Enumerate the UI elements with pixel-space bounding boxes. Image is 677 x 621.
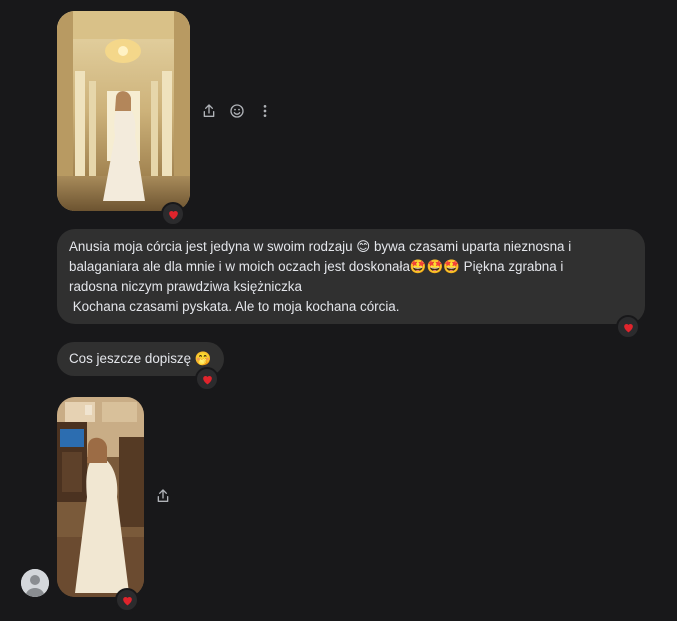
heart-icon	[623, 323, 633, 332]
share-icon	[157, 489, 169, 502]
photo-message-palace[interactable]	[57, 11, 190, 211]
message-line: radosna niczym prawdziwa księżniczka	[69, 279, 302, 294]
heart-reaction[interactable]	[616, 315, 640, 339]
heart-reaction[interactable]	[115, 588, 139, 612]
react-button[interactable]	[229, 103, 245, 119]
message-line: balaganiara ale dla mnie i w moich oczac…	[69, 259, 564, 274]
share-button[interactable]	[201, 103, 217, 119]
message-text: Cos jeszcze dopiszę 🤭	[69, 351, 212, 366]
share-button[interactable]	[155, 488, 171, 504]
palace-photo-image	[57, 11, 190, 211]
text-message-bubble[interactable]: Anusia moja córcia jest jedyna w swoim r…	[57, 229, 645, 324]
heart-reaction[interactable]	[161, 202, 185, 226]
default-avatar-icon	[21, 569, 49, 597]
more-options-button[interactable]	[257, 103, 273, 119]
room-photo-image	[57, 397, 144, 597]
more-options-icon	[263, 105, 267, 117]
heart-icon	[122, 596, 132, 605]
emoji-react-icon	[230, 104, 244, 118]
message-actions	[155, 488, 171, 504]
message-line: Kochana czasami pyskata. Ale to moja koc…	[69, 299, 400, 314]
message-actions	[201, 103, 273, 119]
photo-message-room[interactable]	[57, 397, 144, 597]
heart-icon	[168, 210, 178, 219]
heart-reaction[interactable]	[195, 367, 219, 391]
chat-thread: Anusia moja córcia jest jedyna w swoim r…	[0, 0, 677, 621]
share-icon	[203, 104, 215, 117]
heart-icon	[202, 375, 212, 384]
avatar[interactable]	[21, 569, 49, 597]
message-line: Anusia moja córcia jest jedyna w swoim r…	[69, 239, 572, 254]
